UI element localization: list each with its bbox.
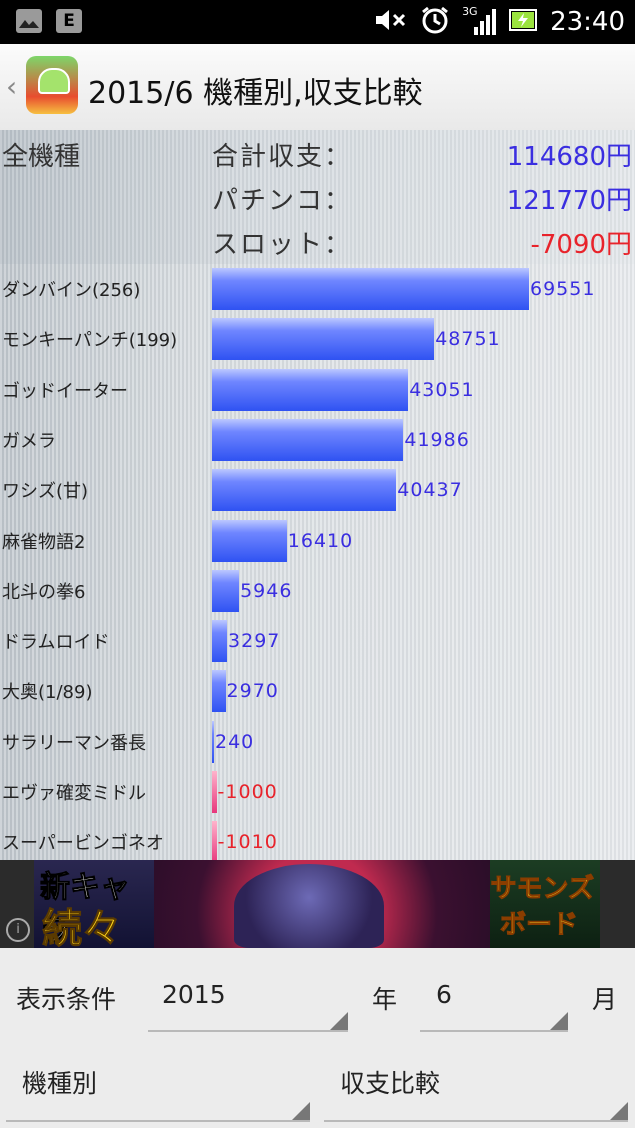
chart-value-label: 2970 (226, 680, 279, 703)
chart-category-label: ワシズ(甘) (2, 481, 89, 503)
status-bar: E 3G 23:40 (0, 0, 635, 44)
info-icon[interactable]: i (6, 918, 30, 942)
chart-row: エヴァ確変ミドル -1000 (0, 767, 635, 817)
chart-bar (212, 418, 404, 461)
page-title: 2015/6 機種別,収支比較 (88, 76, 423, 111)
image-icon (16, 9, 42, 33)
summary-row-slot: スロット： -7090円 (212, 224, 632, 264)
chart-bar (212, 268, 529, 310)
chart-row: モンキーパンチ(199) 48751 (0, 314, 635, 364)
dropdown-arrow-icon (330, 1012, 348, 1030)
chart-row: 大奥(1/89) 2970 (0, 666, 635, 716)
chart-value-label: 48751 (435, 328, 501, 351)
chart-category-label: モンキーパンチ(199) (2, 330, 178, 352)
chart-value-label: 240 (215, 730, 255, 753)
chart-bar (212, 318, 435, 361)
dropdown-arrow-icon (610, 1102, 628, 1120)
year-value: 2015 (162, 980, 226, 1009)
chart-value-label: 3297 (228, 630, 281, 653)
chart-category-label: エヴァ確変ミドル (2, 783, 146, 804)
chart-row: ガメラ 41986 (0, 415, 635, 465)
signal-3g-icon: 3G (462, 5, 497, 37)
dropdown-arrow-icon (292, 1102, 310, 1120)
app-logo[interactable] (26, 56, 78, 114)
summary-value: -7090円 (530, 230, 632, 260)
chart-row: ダンバイン(256) 69551 (0, 264, 635, 314)
chart-category-label: 麻雀物語2 (2, 531, 86, 553)
group-spinner[interactable]: 機種別 (6, 1069, 310, 1122)
summary-panel: 全機種 合計収支： 114680円 パチンコ： 121770円 スロット： -7… (0, 130, 635, 265)
chart-row: 麻雀物語2 16410 (0, 516, 635, 566)
e-network-icon: E (56, 9, 82, 33)
chart-bar (212, 569, 240, 612)
month-spinner[interactable]: 6 (420, 980, 568, 1032)
group-value: 機種別 (22, 1069, 98, 1098)
back-chevron-icon[interactable]: ‹ (6, 70, 17, 103)
summary-category: 全機種 (2, 142, 81, 172)
chart-category-label: ゴッドイーター (2, 380, 128, 402)
compare-value: 収支比較 (340, 1069, 441, 1098)
chart-bar (212, 821, 217, 860)
summary-value: 114680円 (506, 142, 632, 172)
chart-row: サラリーマン番長 240 (0, 717, 635, 767)
mute-icon (374, 6, 408, 38)
chart-bar (212, 519, 287, 562)
ad-logo-text-sub: ボード (499, 910, 578, 941)
chart-row: ゴッドイーター 43051 (0, 365, 635, 415)
chart-value-label: 41986 (404, 428, 470, 451)
summary-row-total: 合計収支： 114680円 (212, 136, 632, 176)
summary-label: スロット： (212, 230, 353, 260)
chart-value-label: 69551 (530, 278, 596, 300)
bar-chart[interactable]: ダンバイン(256) 69551 モンキーパンチ(199) 48751 ゴッドイーター 4… (0, 264, 635, 860)
action-bar: ‹ 2015/6 機種別,収支比較 (0, 44, 635, 132)
ad-image[interactable]: 新キャラ 続々 サモンズ ボード (34, 860, 600, 948)
alarm-icon (420, 5, 450, 39)
chart-value-label: 43051 (409, 378, 475, 401)
ad-left-panel: 新キャラ 続々 (34, 860, 154, 948)
dropdown-arrow-icon (550, 1012, 568, 1030)
summary-row-pachinko: パチンコ： 121770円 (212, 180, 632, 220)
chart-row: 北斗の拳6 5946 (0, 566, 635, 616)
clock: 23:40 (550, 7, 625, 37)
year-spinner[interactable]: 2015 (148, 980, 348, 1032)
chart-category-label: 大奥(1/89) (2, 682, 93, 704)
chart-bar (212, 720, 214, 763)
chart-category-label: ダンバイン(256) (2, 280, 141, 301)
chart-bar (212, 469, 397, 512)
month-unit: 月 (592, 985, 618, 1014)
chart-row: スーパービンゴネオ -1010 (0, 817, 635, 860)
month-value: 6 (436, 980, 452, 1009)
chart-value-label: 40437 (397, 479, 463, 502)
year-unit: 年 (372, 985, 398, 1014)
ad-headline-sub: 続々 (42, 906, 123, 949)
chart-row: ドラムロイド 3297 (0, 616, 635, 666)
chart-bar (212, 771, 217, 813)
summary-label: 合計収支： (212, 142, 353, 172)
chart-value-label: 5946 (240, 579, 293, 602)
chart-category-label: ドラムロイド (2, 632, 110, 654)
chart-value-label: -1010 (217, 831, 278, 854)
battery-icon (508, 6, 538, 38)
chart-value-label: -1000 (217, 781, 278, 803)
chart-bar (212, 368, 409, 411)
condition-label: 表示条件 (16, 985, 117, 1014)
chart-category-label: スーパービンゴネオ (2, 833, 164, 855)
ad-character-image (234, 864, 384, 948)
chart-row: ワシズ(甘) 40437 (0, 465, 635, 515)
chart-bar (212, 670, 226, 713)
filter-controls: 表示条件 2015 年 6 月 機種別 収支比較 (0, 948, 635, 1128)
chart-value-label: 16410 (287, 529, 354, 552)
ad-logo: サモンズ ボード (490, 860, 600, 948)
ad-logo-text: サモンズ (490, 874, 594, 905)
compare-spinner[interactable]: 収支比較 (324, 1069, 628, 1122)
chart-category-label: ガメラ (2, 430, 56, 452)
chart-category-label: サラリーマン番長 (2, 732, 146, 754)
chart-category-label: 北斗の拳6 (2, 581, 86, 603)
summary-value: 121770円 (506, 186, 632, 216)
ad-banner[interactable]: i 新キャラ 続々 サモンズ ボード (0, 860, 635, 948)
chart-bar (212, 620, 228, 663)
summary-label: パチンコ： (212, 186, 353, 216)
